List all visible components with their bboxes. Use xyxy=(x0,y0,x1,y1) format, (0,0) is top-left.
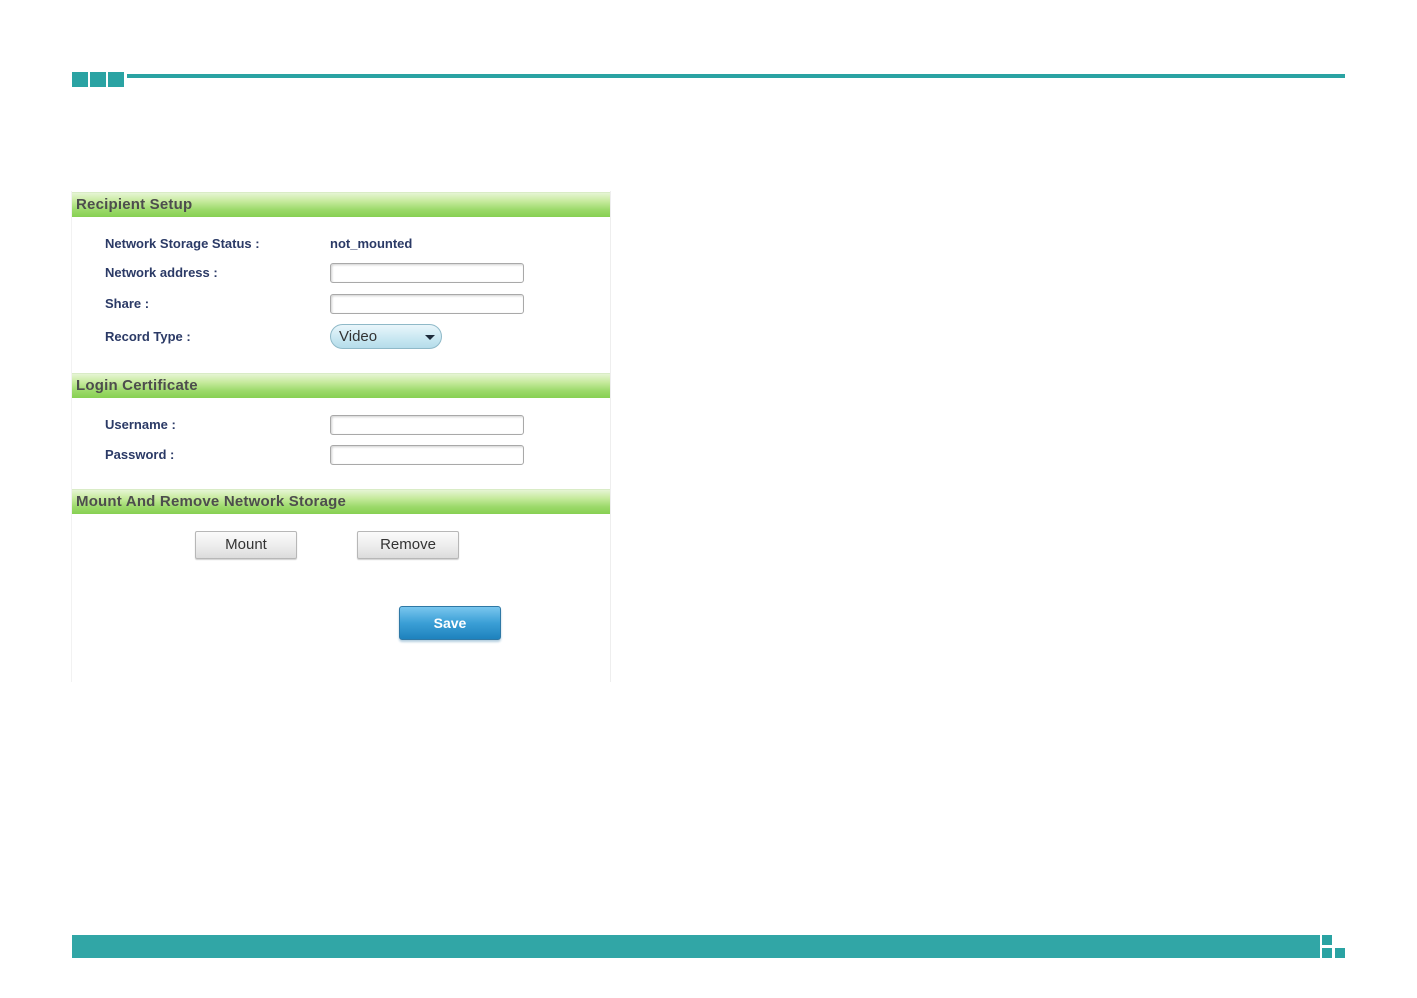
record-type-select[interactable]: Video xyxy=(330,324,442,349)
password-label: Password : xyxy=(105,447,175,462)
header-squares xyxy=(72,72,124,87)
footer-bar xyxy=(72,935,1320,958)
header-square xyxy=(108,72,124,87)
section-header-recipient-setup: Recipient Setup xyxy=(72,192,610,217)
corner-square xyxy=(1322,948,1332,958)
network-storage-status-label: Network Storage Status : xyxy=(105,236,260,251)
corner-square xyxy=(1335,948,1345,958)
header-square xyxy=(90,72,106,87)
record-type-selected-value: Video xyxy=(339,328,378,345)
share-label: Share : xyxy=(105,296,150,311)
footer-corner-squares xyxy=(1322,935,1345,958)
username-input[interactable] xyxy=(330,415,524,435)
remove-button[interactable]: Remove xyxy=(357,531,459,559)
password-input[interactable] xyxy=(330,445,524,465)
username-label: Username : xyxy=(105,417,176,432)
network-address-input[interactable] xyxy=(330,263,524,283)
network-storage-status-value: not_mounted xyxy=(330,236,413,251)
network-storage-panel: Recipient Setup Network Storage Status :… xyxy=(72,191,610,682)
section-header-mount-remove: Mount And Remove Network Storage xyxy=(72,489,610,514)
header-rule xyxy=(127,74,1345,78)
chevron-down-icon xyxy=(425,335,435,340)
mount-button[interactable]: Mount xyxy=(195,531,297,559)
save-button[interactable]: Save xyxy=(399,606,501,640)
network-address-label: Network address : xyxy=(105,265,218,280)
share-input[interactable] xyxy=(330,294,524,314)
header-square xyxy=(72,72,88,87)
corner-square xyxy=(1322,935,1332,945)
record-type-label: Record Type : xyxy=(105,329,191,344)
section-header-login-certificate: Login Certificate xyxy=(72,373,610,398)
